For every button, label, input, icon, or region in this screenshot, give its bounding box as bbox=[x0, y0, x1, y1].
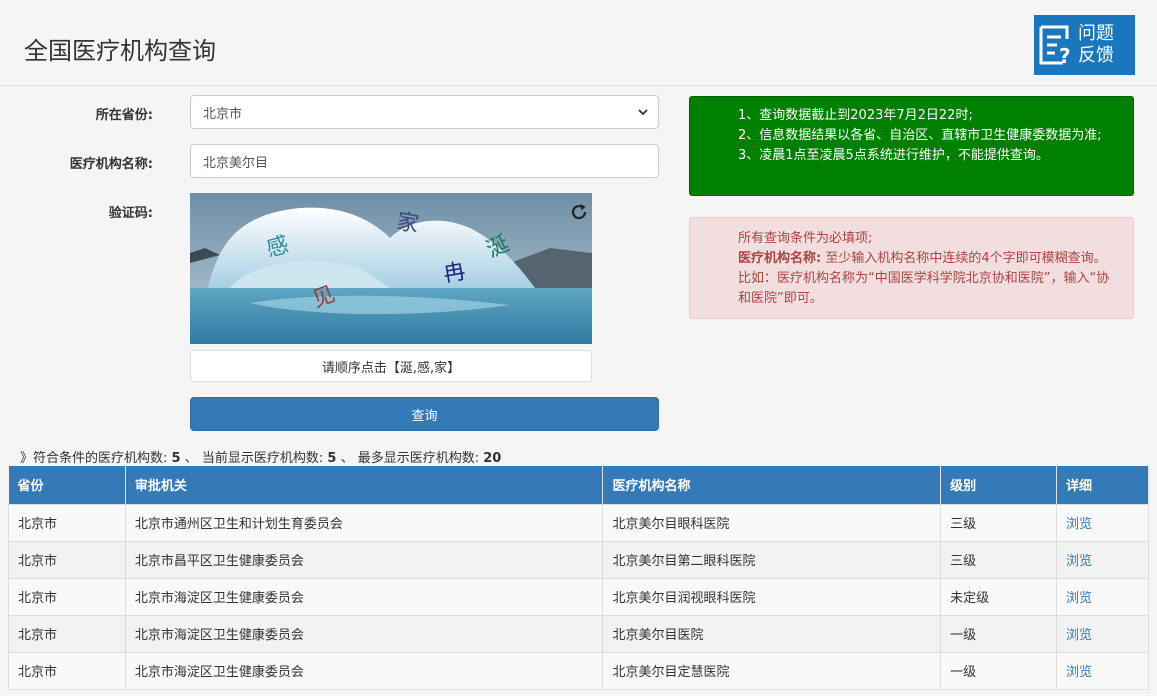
notice-line: 1、查询数据截止到2023年7月2日22时; bbox=[738, 108, 973, 123]
feedback-icon: ? bbox=[1034, 15, 1078, 75]
max-count: 20 bbox=[483, 451, 502, 466]
column-header-level: 级别 bbox=[940, 466, 1058, 504]
column-header-province: 省份 bbox=[8, 466, 126, 504]
match-count: 5 bbox=[171, 451, 181, 466]
cell-level: 未定级 bbox=[940, 577, 1058, 616]
shown-count: 5 bbox=[327, 451, 337, 466]
province-select[interactable]: 北京市 bbox=[190, 95, 659, 129]
results-table: 省份 审批机关 医疗机构名称 级别 详细 北京市 北京市通州区卫生和计划生育委员… bbox=[8, 466, 1149, 690]
captcha-hint: 请顺序点击【涎,感,家】 bbox=[190, 350, 592, 382]
view-link[interactable]: 浏览 bbox=[1066, 591, 1092, 606]
feedback-label-1: 问题 bbox=[1078, 23, 1114, 44]
cell-province: 北京市 bbox=[8, 614, 126, 653]
table-row: 北京市 北京市海淀区卫生健康委员会 北京美尔目润视眼科医院 未定级 浏览 bbox=[8, 577, 1149, 616]
cell-detail: 浏览 bbox=[1056, 503, 1149, 542]
column-header-institution: 医疗机构名称 bbox=[602, 466, 942, 504]
cell-institution: 北京美尔目润视眼科医院 bbox=[602, 577, 942, 616]
table-row: 北京市 北京市通州区卫生和计划生育委员会 北京美尔目眼科医院 三级 浏览 bbox=[8, 503, 1149, 542]
view-link[interactable]: 浏览 bbox=[1066, 554, 1092, 569]
cell-institution: 北京美尔目眼科医院 bbox=[602, 503, 942, 542]
page-title: 全国医疗机构查询 bbox=[24, 37, 216, 65]
cell-province: 北京市 bbox=[8, 503, 126, 542]
view-link[interactable]: 浏览 bbox=[1066, 517, 1092, 532]
province-label: 所在省份: bbox=[95, 108, 153, 123]
notice-bold-label: 医疗机构名称: bbox=[738, 251, 822, 266]
table-row: 北京市 北京市海淀区卫生健康委员会 北京美尔目定慧医院 一级 浏览 bbox=[8, 651, 1149, 690]
notice-line: 3、凌晨1点至凌晨5点系统进行维护，不能提供查询。 bbox=[738, 148, 1049, 163]
cell-authority: 北京市海淀区卫生健康委员会 bbox=[124, 577, 604, 616]
institution-name-label: 医疗机构名称: bbox=[69, 157, 153, 172]
cell-level: 一级 bbox=[940, 651, 1058, 690]
chevron-down-icon bbox=[638, 108, 648, 115]
province-select-value: 北京市 bbox=[203, 106, 243, 122]
cell-level: 一级 bbox=[940, 614, 1058, 653]
summary-text: 》符合条件的医疗机构数: bbox=[20, 451, 168, 466]
required-notice: 所有查询条件为必填项; 医疗机构名称: 至少输入机构名称中连续的4个字即可模糊查… bbox=[689, 217, 1134, 319]
captcha-label: 验证码: bbox=[108, 206, 153, 221]
cell-institution: 北京美尔目第二眼科医院 bbox=[602, 540, 942, 579]
table-header-row: 省份 审批机关 医疗机构名称 级别 详细 bbox=[8, 466, 1149, 504]
cell-authority: 北京市海淀区卫生健康委员会 bbox=[124, 651, 604, 690]
refresh-icon[interactable] bbox=[568, 201, 590, 227]
table-row: 北京市 北京市海淀区卫生健康委员会 北京美尔目医院 一级 浏览 bbox=[8, 614, 1149, 653]
summary-text: 、 当前显示医疗机构数: bbox=[184, 451, 324, 466]
captcha-image[interactable]: 感 见 家 冉 涎 bbox=[190, 193, 592, 344]
cell-province: 北京市 bbox=[8, 540, 126, 579]
cell-level: 三级 bbox=[940, 540, 1058, 579]
svg-text:?: ? bbox=[1059, 44, 1071, 67]
page-header: 全国医疗机构查询 ? 问题 反馈 bbox=[0, 0, 1157, 86]
cell-detail: 浏览 bbox=[1056, 577, 1149, 616]
result-summary: 》符合条件的医疗机构数: 5 、 当前显示医疗机构数: 5 、 最多显示医疗机构… bbox=[20, 447, 501, 466]
view-link[interactable]: 浏览 bbox=[1066, 628, 1092, 643]
column-header-authority: 审批机关 bbox=[125, 466, 604, 504]
cell-institution: 北京美尔目定慧医院 bbox=[602, 651, 942, 690]
table-row: 北京市 北京市昌平区卫生健康委员会 北京美尔目第二眼科医院 三级 浏览 bbox=[8, 540, 1149, 579]
summary-text: 、 最多显示医疗机构数: bbox=[340, 451, 480, 466]
search-button[interactable]: 查询 bbox=[190, 397, 659, 431]
cell-authority: 北京市昌平区卫生健康委员会 bbox=[124, 540, 604, 579]
cell-province: 北京市 bbox=[8, 577, 126, 616]
cell-institution: 北京美尔目医院 bbox=[602, 614, 942, 653]
cell-authority: 北京市通州区卫生和计划生育委员会 bbox=[124, 503, 604, 542]
cell-detail: 浏览 bbox=[1056, 614, 1149, 653]
feedback-button[interactable]: ? 问题 反馈 bbox=[1034, 15, 1135, 75]
notice-line: 2、信息数据结果以各省、自治区、直辖市卫生健康委数据为准; bbox=[738, 128, 1102, 143]
cell-detail: 浏览 bbox=[1056, 540, 1149, 579]
feedback-label-2: 反馈 bbox=[1078, 45, 1114, 66]
cell-authority: 北京市海淀区卫生健康委员会 bbox=[124, 614, 604, 653]
column-header-detail: 详细 bbox=[1056, 466, 1149, 504]
cell-detail: 浏览 bbox=[1056, 651, 1149, 690]
cell-level: 三级 bbox=[940, 503, 1058, 542]
cell-province: 北京市 bbox=[8, 651, 126, 690]
notice-line: 所有查询条件为必填项; bbox=[738, 231, 873, 246]
institution-name-input[interactable]: 北京美尔目 bbox=[190, 144, 659, 178]
data-notice: 1、查询数据截止到2023年7月2日22时; 2、信息数据结果以各省、自治区、直… bbox=[689, 96, 1134, 196]
view-link[interactable]: 浏览 bbox=[1066, 665, 1092, 680]
